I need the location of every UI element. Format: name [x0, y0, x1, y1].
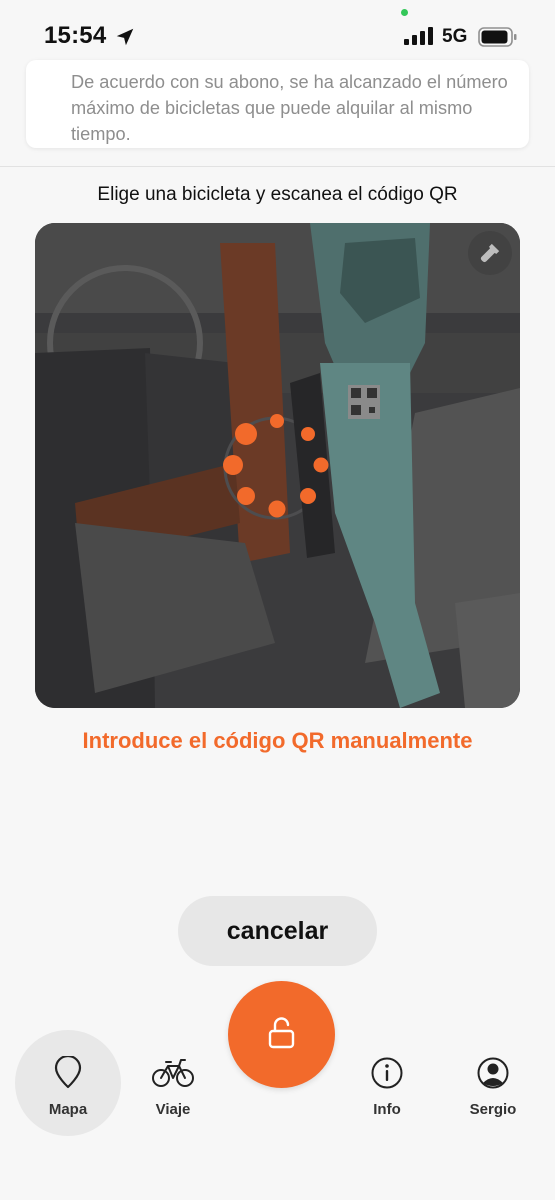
tab-viaje[interactable]: Viaje: [120, 1030, 226, 1136]
privacy-indicator-dot: [401, 9, 408, 16]
map-pin-icon: [54, 1056, 82, 1089]
scan-instruction: Elige una bicicleta y escanea el código …: [97, 184, 458, 205]
info-icon: [371, 1057, 403, 1089]
network-type: 5G: [442, 26, 468, 47]
status-bar: 15:54 5G: [0, 0, 555, 60]
cancel-button[interactable]: cancelar: [178, 896, 377, 966]
qr-scan-screen: 15:54 5G De acuerdo con su abono, se ha …: [0, 0, 555, 1200]
tab-label: Info: [373, 1101, 401, 1118]
flashlight-icon: [480, 243, 500, 263]
location-arrow-icon: [116, 28, 134, 46]
tab-label: Mapa: [48, 1101, 88, 1118]
camera-viewfinder: [35, 223, 520, 708]
tab-sergio[interactable]: Sergio: [440, 1030, 546, 1136]
tab-label: Viaje: [155, 1101, 191, 1118]
flashlight-button[interactable]: [468, 231, 512, 275]
manual-qr-entry-link[interactable]: Introduce el código QR manualmente: [0, 728, 555, 754]
battery-icon: [478, 27, 517, 47]
unlock-icon: [268, 1017, 295, 1049]
unlock-button[interactable]: [228, 981, 335, 1088]
tab-info[interactable]: Info: [334, 1030, 440, 1136]
cellular-signal-icon: [404, 27, 433, 45]
status-time: 15:54: [44, 22, 107, 49]
loading-spinner-icon: [223, 414, 329, 518]
rental-limit-notice: De acuerdo con su abono, se ha alcanzado…: [26, 60, 529, 148]
profile-icon: [477, 1057, 509, 1089]
notice-text: De acuerdo con su abono, se ha alcanzado…: [71, 72, 508, 144]
tab-mapa[interactable]: Mapa: [15, 1030, 121, 1136]
tab-label: Sergio: [469, 1101, 517, 1118]
divider: [0, 166, 555, 167]
bicycle-icon: [152, 1059, 194, 1087]
